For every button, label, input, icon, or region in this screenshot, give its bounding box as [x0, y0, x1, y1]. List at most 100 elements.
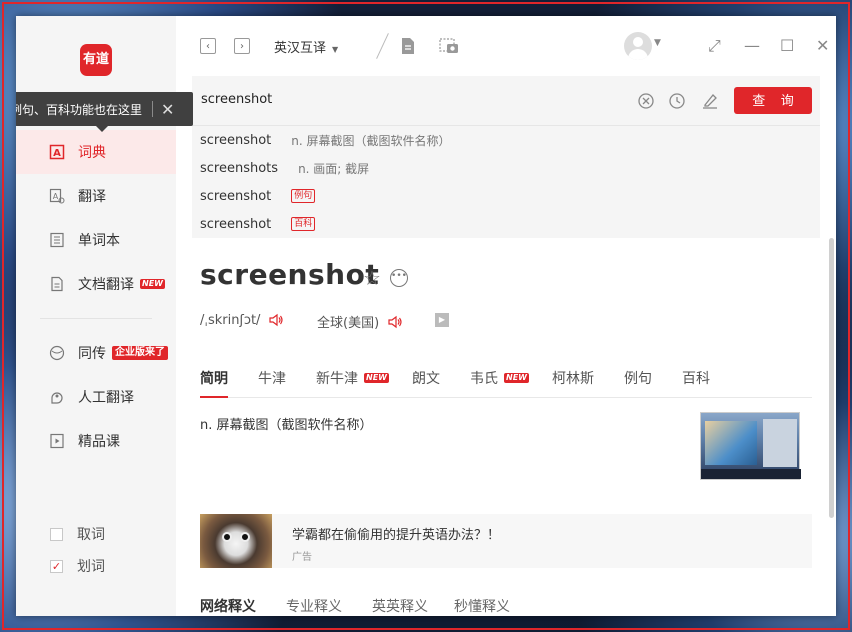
tab-label: 简明 — [200, 371, 228, 387]
sidebar-item-translate[interactable]: A 翻译 — [16, 174, 176, 218]
forward-button[interactable]: › — [234, 38, 250, 54]
phonetic-text: /ˌskrinʃɔt/ — [200, 312, 261, 328]
check-select-word[interactable]: ✓ 划词 — [50, 556, 105, 576]
wordbook-icon — [49, 232, 65, 248]
definition: n. 屏幕截图（截图软件名称） — [200, 418, 373, 433]
tab-label: 牛津 — [258, 371, 286, 387]
ad-image-detail — [222, 532, 232, 542]
tab-label: 例句 — [624, 371, 652, 387]
ad-image — [200, 514, 272, 568]
sidebar-item-label: 人工翻译 — [78, 390, 134, 406]
star-icon[interactable]: ☆ — [363, 266, 381, 290]
youdao-dict-window: 有道 A 词典 A 翻译 单词本 文档翻译 NEW 同传 企业版来了 人工翻译 … — [16, 16, 836, 616]
tab-english-english[interactable]: 英英释义 — [372, 596, 428, 616]
back-button[interactable]: ‹ — [200, 38, 216, 54]
scrollbar[interactable] — [829, 238, 834, 518]
document-icon[interactable] — [400, 37, 416, 59]
tab-label: 朗文 — [412, 371, 440, 387]
encyclopedia-tag: 百科 — [291, 217, 316, 231]
tab-new-oxford[interactable]: 新牛津 NEW — [316, 368, 389, 388]
sidebar-item-doc-translate[interactable]: 文档翻译 NEW — [16, 262, 176, 306]
svg-text:A: A — [53, 148, 61, 159]
avatar[interactable] — [624, 32, 652, 60]
language-label: 英汉互译 — [274, 41, 327, 56]
ad-text: 学霸都在偷偷用的提升英语办法？！ — [292, 528, 501, 543]
new-badge: NEW — [504, 373, 529, 383]
phonetic: /ˌskrinʃɔt/ — [200, 312, 284, 328]
tooltip-text: 例句、百科功能也在这里 — [16, 102, 143, 117]
svg-text:A: A — [53, 192, 59, 201]
chevron-down-icon: ▼ — [332, 45, 339, 54]
suggestion-word: screenshot — [200, 132, 272, 148]
list-item[interactable]: screenshot n. 屏幕截图（截图软件名称） — [200, 126, 451, 154]
image-panel — [763, 419, 797, 467]
human-translate-icon — [49, 389, 65, 405]
topbar: ‹ › 英汉互译 ▼ ▼ ⤢ — ☐ ✕ — [176, 16, 836, 76]
screenshot-icon[interactable] — [439, 38, 459, 58]
document-icon — [49, 276, 65, 292]
tab-concise[interactable]: 简明 — [200, 368, 228, 398]
definition-tabs: 网络释义 专业释义 英英释义 秒懂释义 — [200, 590, 812, 616]
suggestion-def: n. 屏幕截图（截图软件名称） — [291, 133, 451, 148]
clear-icon[interactable] — [637, 92, 655, 110]
minimize-icon[interactable]: — — [744, 36, 760, 55]
chevron-down-icon[interactable]: ▼ — [654, 38, 661, 48]
pick-word-checkbox[interactable] — [50, 527, 63, 541]
image-panel — [701, 469, 801, 479]
simultaneous-icon — [49, 345, 65, 361]
tab-web-definition[interactable]: 网络释义 — [200, 596, 256, 616]
list-item[interactable]: screenshot 百科 — [200, 210, 316, 238]
select-word-checkbox[interactable]: ✓ — [50, 559, 63, 573]
tab-examples[interactable]: 例句 — [624, 368, 652, 388]
toolbar-divider — [376, 33, 389, 59]
example-tag: 例句 — [291, 189, 316, 203]
app-logo: 有道 — [80, 44, 112, 76]
speaker-icon[interactable] — [387, 314, 403, 330]
tab-label: 百科 — [682, 371, 710, 387]
tab-encyclopedia[interactable]: 百科 — [682, 368, 710, 388]
tab-webster[interactable]: 韦氏 NEW — [470, 368, 529, 388]
region-phonetic: 全球(美国) — [317, 312, 403, 331]
history-icon[interactable] — [668, 92, 686, 110]
sidebar-item-dict[interactable]: A 词典 — [16, 130, 176, 174]
tooltip-divider — [152, 101, 154, 117]
search-input[interactable] — [201, 92, 621, 107]
sidebar-item-human-translate[interactable]: 人工翻译 — [16, 375, 176, 419]
play-icon[interactable]: ▶ — [435, 313, 449, 327]
tooltip-close-icon[interactable]: ✕ — [161, 100, 174, 119]
sidebar-item-label: 单词本 — [78, 233, 120, 249]
compact-mode-icon[interactable]: ⤢ — [708, 36, 721, 56]
sidebar-item-course[interactable]: 精品课 — [16, 419, 176, 463]
image-panel — [705, 421, 757, 465]
sidebar-item-label: 文档翻译 — [78, 277, 134, 293]
maximize-icon[interactable]: ☐ — [780, 36, 794, 55]
dictionary-tabs: 简明 牛津 新牛津 NEW 朗文 韦氏 NEW 柯林斯 例句 百科 — [200, 348, 812, 398]
search-button[interactable]: 查 询 — [734, 87, 812, 114]
suggestion-list: screenshot n. 屏幕截图（截图软件名称） screenshots n… — [192, 126, 820, 238]
tab-label: 韦氏 — [470, 371, 498, 387]
check-label: 划词 — [77, 559, 105, 575]
list-item[interactable]: screenshots n. 画面; 截屏 — [200, 154, 369, 182]
tab-professional[interactable]: 专业释义 — [286, 596, 342, 616]
sidebar-item-wordbook[interactable]: 单词本 — [16, 218, 176, 262]
ad-banner[interactable]: 学霸都在偷偷用的提升英语办法？！ 广告 — [200, 514, 812, 568]
tab-oxford[interactable]: 牛津 — [258, 368, 286, 388]
tab-collins[interactable]: 柯林斯 — [552, 368, 594, 388]
more-icon[interactable]: ••• — [390, 269, 408, 287]
sidebar-item-simultaneous[interactable]: 同传 企业版来了 — [16, 331, 176, 375]
region-label: 全球(美国) — [317, 316, 380, 331]
sidebar-divider — [40, 318, 152, 319]
entry-panel: screenshot ☆ ••• /ˌskrinʃɔt/ 全球(美国) ▶ 简明… — [200, 238, 820, 616]
list-item[interactable]: screenshot 例句 — [200, 182, 316, 210]
close-icon[interactable]: ✕ — [816, 36, 829, 55]
tab-longman[interactable]: 朗文 — [412, 368, 440, 388]
ad-label: 广告 — [292, 552, 312, 563]
handwriting-icon[interactable] — [701, 92, 719, 110]
definition-image[interactable] — [700, 412, 801, 480]
new-badge: NEW — [364, 373, 389, 383]
new-badge: NEW — [140, 279, 165, 289]
tab-quick-understand[interactable]: 秒懂释义 — [454, 596, 510, 616]
check-pick-word[interactable]: 取词 — [50, 524, 105, 544]
speaker-icon[interactable] — [268, 312, 284, 328]
language-select[interactable]: 英汉互译 ▼ — [274, 37, 338, 56]
